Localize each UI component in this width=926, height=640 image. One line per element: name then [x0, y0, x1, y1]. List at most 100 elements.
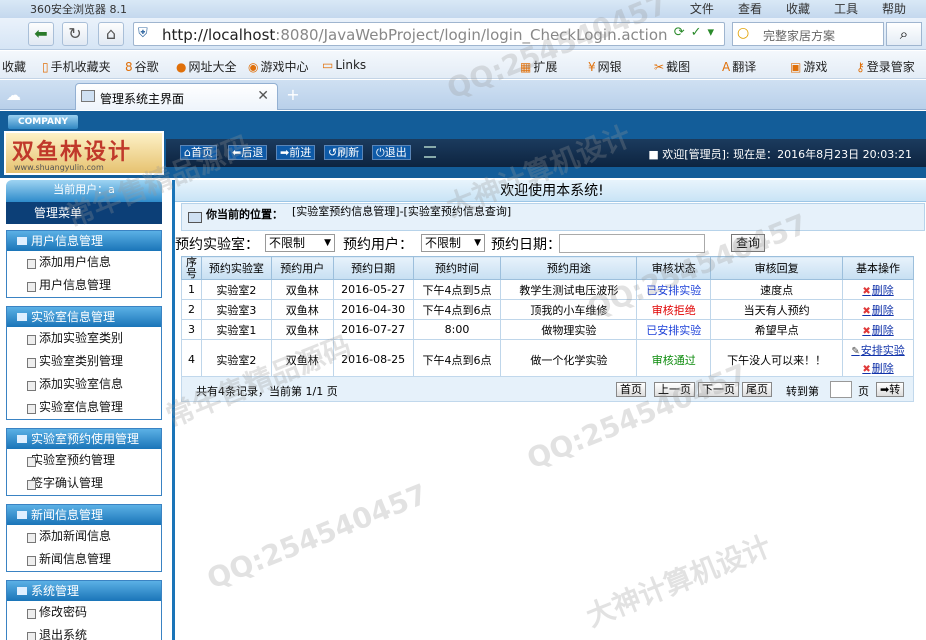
- nav-home-button[interactable]: ⌂首页: [180, 145, 217, 160]
- go-page-button[interactable]: ➡转: [876, 382, 905, 397]
- delete-link[interactable]: 删除: [862, 362, 893, 375]
- query-button[interactable]: 查询: [731, 234, 765, 252]
- sidebar-item-add-lab[interactable]: 添加实验室信息: [7, 373, 161, 396]
- first-page-button[interactable]: 首页: [616, 382, 646, 397]
- cell-reply: 当天有人预约: [710, 299, 844, 320]
- cell-user: 双鱼林: [270, 279, 334, 300]
- delete-link[interactable]: 删除: [862, 324, 893, 337]
- last-page-button[interactable]: 尾页: [742, 382, 772, 397]
- tab-admin-main[interactable]: 管理系统主界面 ✕: [75, 83, 278, 110]
- sidebar-item-change-password[interactable]: 修改密码: [7, 601, 161, 624]
- menu-help[interactable]: 帮助: [882, 0, 906, 17]
- page-number-input[interactable]: [830, 381, 852, 398]
- welcome-clock: ■ 欢迎[管理员]: 现在是：2016年8月23日 20:03:21: [648, 148, 912, 161]
- date-filter-input[interactable]: [559, 234, 705, 253]
- group-header[interactable]: 用户信息管理: [7, 231, 161, 251]
- menu-file[interactable]: 文件: [690, 0, 714, 17]
- sidebar-item-news-manage[interactable]: 新闻信息管理: [7, 548, 161, 571]
- group-header[interactable]: 实验室预约使用管理: [7, 429, 161, 449]
- sidebar-item-user-manage[interactable]: 用户信息管理: [7, 274, 161, 297]
- new-tab-button[interactable]: +: [282, 86, 304, 106]
- nav-forward-button[interactable]: ➡前进: [276, 145, 316, 160]
- delete-link[interactable]: 删除: [862, 304, 893, 317]
- search-input[interactable]: ○ 完整家居方案: [732, 22, 884, 46]
- prev-page-button[interactable]: 上一页: [654, 382, 695, 397]
- table-header-row: 序号 预约实验室 预约用户 预约日期 预约时间 预约用途 审核状态 审核回复 基…: [181, 256, 914, 280]
- fav-hao[interactable]: ● 网址大全: [176, 58, 237, 75]
- gamepad-icon: ◉: [248, 60, 259, 74]
- refresh-button[interactable]: ↻: [62, 22, 88, 46]
- url-action-icons[interactable]: ⟳✓▾: [674, 25, 720, 40]
- sidebar-item-add-lab-type[interactable]: 添加实验室类别: [7, 327, 161, 350]
- nav-logout-button[interactable]: ⏻退出: [372, 145, 411, 160]
- game-icon: ▣: [790, 60, 802, 74]
- cell-no: 2: [181, 299, 202, 320]
- fav-translate[interactable]: A 翻译: [722, 58, 756, 75]
- col-status: 审核状态: [636, 256, 712, 280]
- sidebar-item-add-user[interactable]: 添加用户信息: [7, 251, 161, 274]
- arrange-experiment-link[interactable]: 安排实验: [851, 344, 904, 357]
- tab-bar: ☁ 管理系统主界面 ✕ +: [0, 80, 926, 110]
- next-page-button[interactable]: 下一页: [698, 382, 739, 397]
- date-filter-label: 预约日期：: [491, 237, 561, 253]
- home-button[interactable]: ⌂: [98, 22, 124, 46]
- group-header[interactable]: 新闻信息管理: [7, 505, 161, 525]
- sidebar-item-lab-type-manage[interactable]: 实验室类别管理: [7, 350, 161, 373]
- group-header[interactable]: 实验室信息管理: [7, 307, 161, 327]
- google-icon: 8: [125, 60, 133, 74]
- sidebar-item-logout[interactable]: 退出系统: [7, 624, 161, 640]
- sidebar-item-booking-manage[interactable]: 实验室预约管理: [7, 449, 161, 472]
- dropdown-arrow-icon: ▼: [474, 238, 481, 248]
- fav-screenshot[interactable]: ✂ 截图: [654, 58, 690, 75]
- cell-no: 4: [181, 339, 202, 380]
- fav-games[interactable]: ◉ 游戏中心: [248, 58, 309, 75]
- close-tab-icon[interactable]: ✕: [257, 88, 269, 104]
- fav-bank[interactable]: ¥ 网银: [588, 58, 622, 75]
- search-button[interactable]: ⌕: [886, 22, 922, 46]
- menu-favorites[interactable]: 收藏: [786, 0, 810, 17]
- cell-ops: 安排实验 删除: [842, 339, 914, 380]
- plus-icon: +: [286, 85, 300, 104]
- sidebar: 当前用户：a 管理菜单 用户信息管理 添加用户信息 用户信息管理 实验室信息管理…: [6, 180, 168, 640]
- fav-mobile[interactable]: ▯ 手机收藏夹: [42, 58, 111, 75]
- cell-purpose: 做一个化学实验: [500, 339, 638, 380]
- delete-link[interactable]: 删除: [862, 284, 893, 297]
- back-button[interactable]: ⬅: [28, 22, 54, 46]
- table-row: 1 实验室2 双鱼林 2016-05-27 下午4点到5点 教学生测试电压波形 …: [181, 279, 914, 300]
- fav-collect[interactable]: 收藏: [2, 58, 26, 75]
- fav-google[interactable]: 8 谷歌: [125, 58, 159, 75]
- col-ops: 基本操作: [842, 256, 914, 280]
- col-date: 预约日期: [332, 256, 414, 280]
- fav-login-manager[interactable]: ⚷ 登录管家: [856, 58, 915, 75]
- top-nav: ⌂首页 ⬅后退 ➡前进 ↺刷新 ⏻退出 ■ 欢迎[管理员]: 现在是：2016年…: [166, 139, 926, 167]
- favorites-bar: 收藏 ▯ 手机收藏夹 8 谷歌 ● 网址大全 ◉ 游戏中心 ▭ Links ▦ 扩展 ¥ 网银…: [0, 51, 926, 79]
- site-logo: 双鱼林设计 www.shuangyulin.com: [4, 131, 164, 175]
- url-field[interactable]: ⛨ http://localhost:8080/JavaWebProject/l…: [133, 22, 725, 46]
- menu-tools[interactable]: 工具: [834, 0, 858, 17]
- table-row: 4 实验室2 双鱼林 2016-08-25 下午4点到6点 做一个化学实验 审核…: [181, 339, 914, 380]
- cell-date: 2016-04-30: [332, 299, 414, 320]
- cell-time: 下午4点到6点: [412, 339, 502, 380]
- sidebar-item-sign-confirm[interactable]: 签字确认管理: [7, 472, 161, 495]
- logo-url: www.shuangyulin.com: [14, 163, 104, 172]
- group-header[interactable]: 系统管理: [7, 581, 161, 601]
- sidebar-item-add-news[interactable]: 添加新闻信息: [7, 525, 161, 548]
- user-filter-select[interactable]: 不限制 ▼: [421, 234, 485, 252]
- security-shield-icon: ⛨: [138, 26, 148, 41]
- search-icon: ⌕: [899, 25, 909, 43]
- menu-view[interactable]: 查看: [738, 0, 762, 17]
- fav-game[interactable]: ▣ 游戏: [790, 58, 827, 75]
- lab-filter-select[interactable]: 不限制 ▼: [265, 234, 335, 252]
- cell-no: 3: [181, 319, 202, 340]
- logo-text: 双鱼林设计: [12, 140, 133, 165]
- sidebar-item-lab-manage[interactable]: 实验室信息管理: [7, 396, 161, 419]
- fav-links[interactable]: ▭ Links: [322, 58, 366, 72]
- cloud-icon[interactable]: ☁: [6, 86, 21, 104]
- nav-back-button[interactable]: ⬅后退: [228, 145, 268, 160]
- address-toolbar: ⬅ ↻ ⌂ ⛨ http://localhost:8080/JavaWebPro…: [0, 18, 926, 50]
- cell-status: 已安排实验: [636, 319, 712, 340]
- main-content: 欢迎使用本系统! 你当前的位置： [实验室预约信息管理]-[实验室预约信息查询]…: [172, 180, 926, 640]
- fav-extensions[interactable]: ▦ 扩展: [520, 58, 557, 75]
- nav-refresh-button[interactable]: ↺刷新: [324, 145, 364, 160]
- key-icon: ⚷: [856, 60, 865, 74]
